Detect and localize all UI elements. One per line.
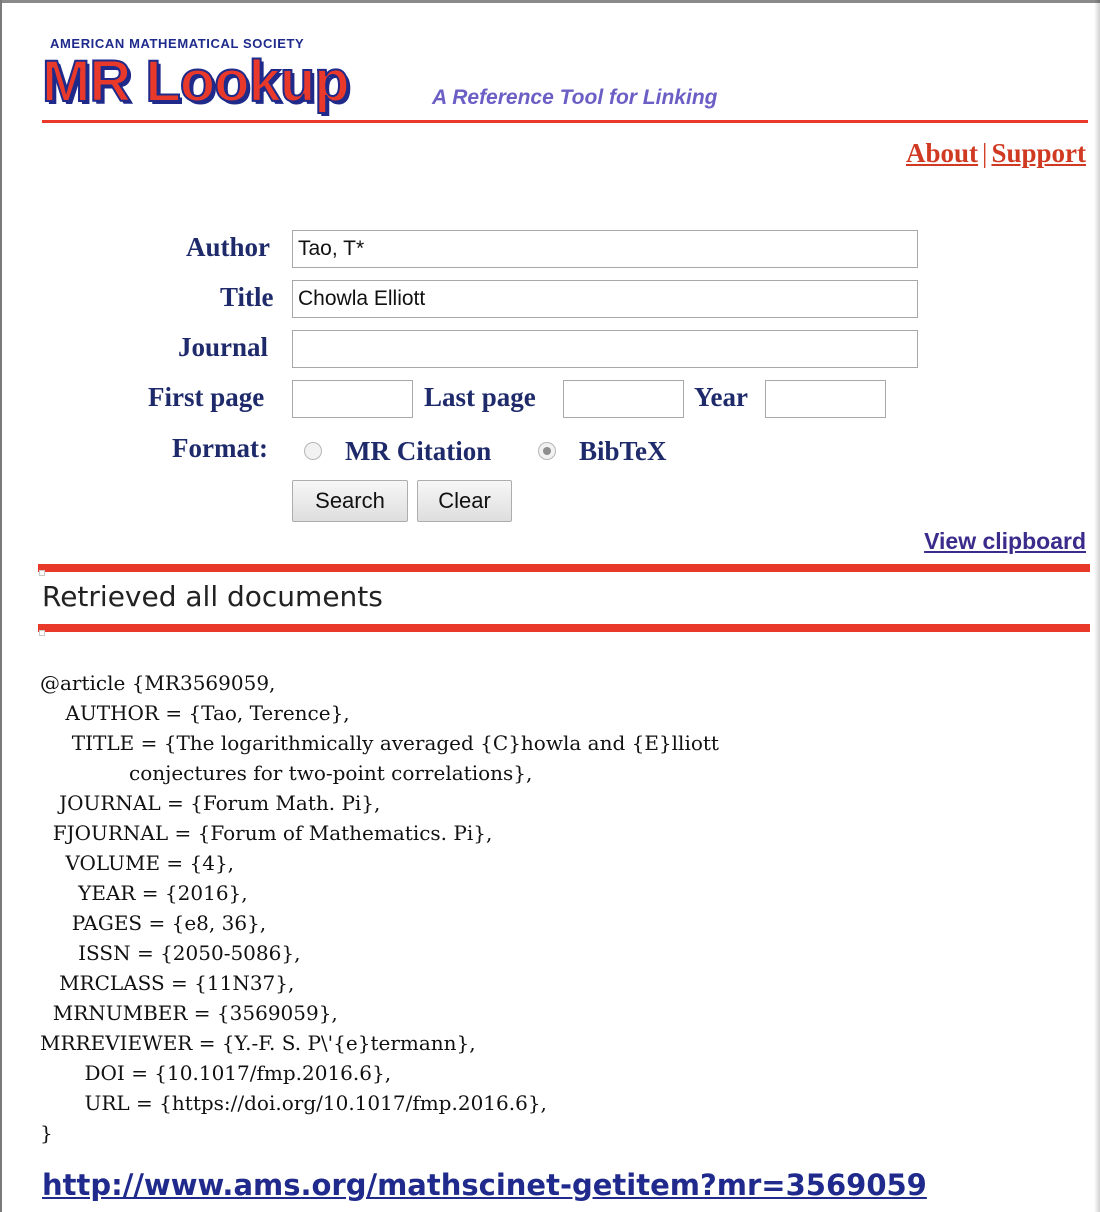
status-bottom-bar (38, 624, 1090, 632)
year-label: Year (694, 382, 748, 412)
logo-tagline: A Reference Tool for Linking (432, 86, 718, 109)
top-links: About | Support (906, 138, 1086, 169)
link-separator: | (982, 138, 988, 168)
author-label: Author (186, 232, 271, 262)
window-shadow (1094, 0, 1100, 1212)
status-top-bar (38, 564, 1090, 572)
mathscinet-link[interactable]: http://www.ams.org/mathscinet-getitem?mr… (42, 1168, 927, 1202)
about-link[interactable]: About (906, 138, 978, 168)
first-page-input[interactable] (292, 380, 413, 418)
bibtex-radio[interactable] (538, 442, 556, 460)
format-label: Format: (172, 433, 268, 463)
search-button[interactable]: Search (292, 480, 408, 522)
last-page-input[interactable] (563, 380, 684, 418)
bibtex-label: BibTeX (579, 436, 667, 466)
bibtex-entry: @article {MR3569059, AUTHOR = {Tao, Tere… (40, 671, 719, 1145)
window-left-border (0, 0, 2, 1212)
year-input[interactable] (765, 380, 886, 418)
mr-citation-radio[interactable] (304, 442, 322, 460)
journal-label: Journal (178, 332, 269, 362)
bar-marker (39, 630, 45, 636)
clear-button[interactable]: Clear (417, 480, 512, 522)
bar-marker (39, 570, 45, 576)
author-input[interactable] (292, 230, 918, 268)
support-link[interactable]: Support (991, 138, 1086, 168)
mr-citation-label: MR Citation (345, 436, 492, 466)
header-divider (42, 120, 1088, 123)
title-label: Title (220, 282, 274, 312)
status-message: Retrieved all documents (42, 580, 383, 613)
window-top-border (0, 0, 1100, 3)
title-input[interactable] (292, 280, 918, 318)
first-page-label: First page (148, 382, 265, 412)
last-page-label: Last page (424, 382, 536, 412)
journal-input[interactable] (292, 330, 918, 368)
mr-lookup-logo: MR Lookup (41, 49, 351, 115)
view-clipboard-link[interactable]: View clipboard (924, 528, 1086, 555)
